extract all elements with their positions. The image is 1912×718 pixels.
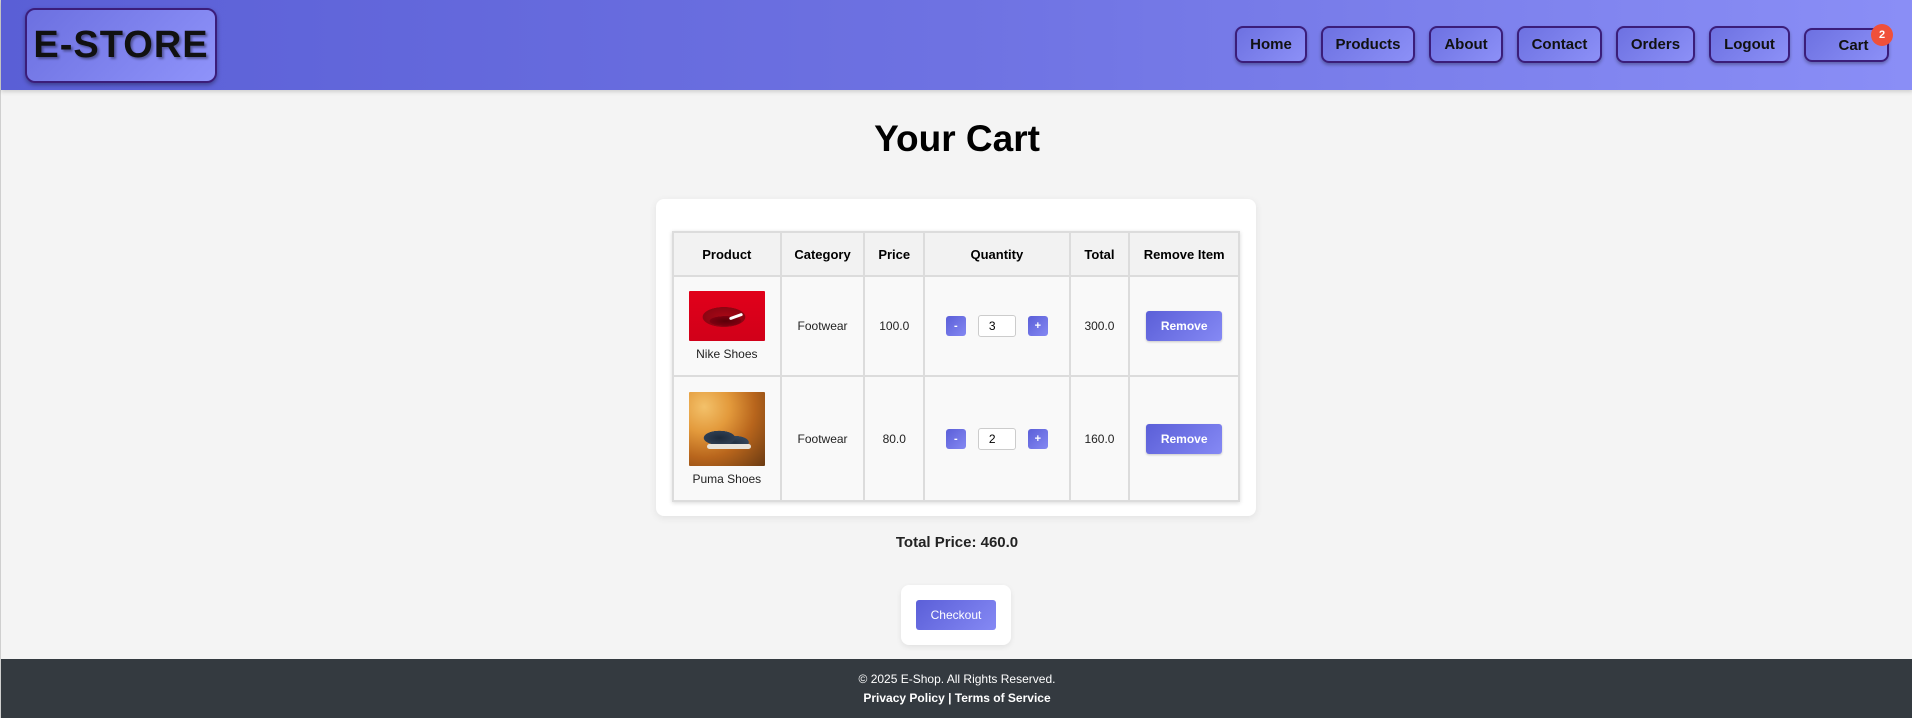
cart-count-badge: 2 [1871,24,1893,46]
increase-quantity-button[interactable]: + [1027,316,1048,336]
privacy-policy-link[interactable]: Privacy Policy [863,691,944,705]
terms-of-service-link[interactable]: Terms of Service [955,691,1051,705]
nav-home-button[interactable]: Home [1235,26,1307,63]
total-cell: 300.0 [1068,275,1131,377]
page-title: Your Cart [874,118,1040,159]
nav-cart-button[interactable]: Cart 2 [1804,24,1893,62]
quantity-cell: - + [923,375,1071,502]
header-category: Category [779,231,866,277]
total-cell: 160.0 [1068,375,1131,502]
nav-logout-button[interactable]: Logout [1709,26,1790,63]
category-cell: Footwear [779,375,866,502]
page: E-STORE Home Products About Contact Orde… [0,0,1912,718]
product-image-puma-shoes [688,391,765,466]
header: E-STORE Home Products About Contact Orde… [1,0,1912,90]
nav-products-button[interactable]: Products [1321,26,1415,63]
price-cell: 100.0 [863,275,926,377]
remove-cell: Remove [1128,275,1240,377]
footer: © 2025 E-Shop. All Rights Reserved. Priv… [1,659,1912,718]
remove-cell: Remove [1128,375,1240,502]
header-product: Product [672,231,782,277]
header-total: Total [1068,231,1131,277]
product-image-nike-shoes [688,291,765,341]
total-price: Total Price: 460.0 [895,534,1019,551]
footer-separator: | [944,691,955,705]
product-cell: Nike Shoes [672,275,782,377]
quantity-input[interactable] [977,427,1016,450]
product-cell: Puma Shoes [672,375,782,502]
decrease-quantity-button[interactable]: - [945,316,966,336]
checkout-card: Checkout [901,585,1011,645]
quantity-input[interactable] [977,315,1016,337]
header-quantity: Quantity [923,231,1071,277]
header-remove-item: Remove Item [1128,231,1240,277]
table-row: Nike Shoes Footwear 100.0 - + 300.0 Remo… [672,275,1240,377]
category-cell: Footwear [779,275,866,377]
increase-quantity-button[interactable]: + [1027,428,1048,449]
nav-about-button[interactable]: About [1429,26,1503,63]
nav-orders-button[interactable]: Orders [1616,26,1695,63]
checkout-button[interactable]: Checkout [916,600,996,630]
product-name: Nike Shoes [696,347,758,361]
nav-contact-button[interactable]: Contact [1517,26,1602,63]
table-header-row: Product Category Price Quantity Total Re… [672,231,1240,277]
remove-button[interactable]: Remove [1146,423,1223,454]
store-logo[interactable]: E-STORE [25,8,217,83]
quantity-stepper: - + [925,427,1069,450]
quantity-cell: - + [923,275,1071,377]
cart-label: Cart [1838,36,1869,54]
decrease-quantity-button[interactable]: - [945,428,966,449]
product-name: Puma Shoes [692,471,762,486]
remove-button[interactable]: Remove [1146,311,1223,341]
cart-table: Product Category Price Quantity Total Re… [672,231,1240,502]
price-cell: 80.0 [863,375,926,502]
header-price: Price [863,231,926,277]
table-row: Puma Shoes Footwear 80.0 - + 160.0 Remov… [672,375,1240,502]
footer-copyright: © 2025 E-Shop. All Rights Reserved. [858,672,1056,686]
cart-card: Product Category Price Quantity Total Re… [656,199,1256,516]
footer-links: Privacy Policy | Terms of Service [1,691,1912,705]
quantity-stepper: - + [925,315,1069,337]
